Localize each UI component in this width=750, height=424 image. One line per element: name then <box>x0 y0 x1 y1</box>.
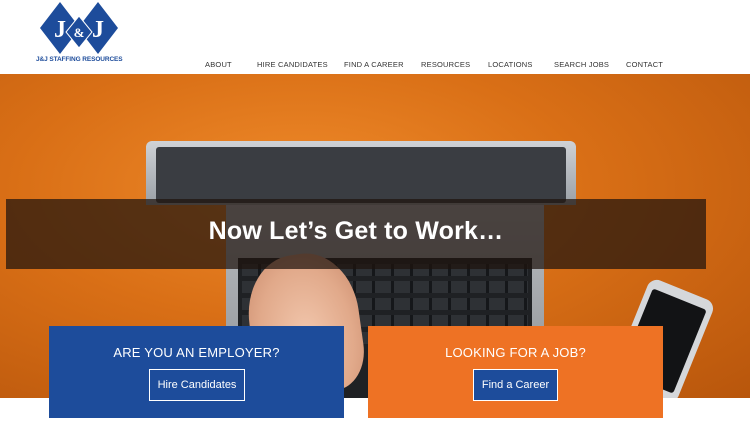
nav-item-hire-candidates[interactable]: HIRE CANDIDATES <box>257 60 328 69</box>
nav-item-contact[interactable]: CONTACT <box>626 60 663 69</box>
laptop-screen <box>156 147 566 203</box>
hero-headline: Now Let’s Get to Work… <box>208 217 504 245</box>
nav-item-resources[interactable]: RESOURCES <box>421 60 470 69</box>
site-header: J J & J&J STAFFING RESOURCES ABOUT HIRE … <box>0 0 750 74</box>
job-card-title: LOOKING FOR A JOB? <box>445 345 586 360</box>
nav-item-about[interactable]: ABOUT <box>205 60 232 69</box>
nav-item-search-jobs[interactable]: SEARCH JOBS <box>554 60 609 69</box>
job-card: LOOKING FOR A JOB? Find a Career <box>368 326 663 418</box>
hire-candidates-button[interactable]: Hire Candidates <box>149 369 245 401</box>
main-nav: ABOUT HIRE CANDIDATES FIND A CAREER RESO… <box>0 60 750 72</box>
svg-text:J: J <box>92 17 104 43</box>
find-a-career-button[interactable]: Find a Career <box>473 369 558 401</box>
svg-text:J: J <box>54 17 66 43</box>
employer-card: ARE YOU AN EMPLOYER? Hire Candidates <box>49 326 344 418</box>
svg-text:&: & <box>74 25 85 40</box>
employer-card-title: ARE YOU AN EMPLOYER? <box>113 345 280 360</box>
nav-item-find-a-career[interactable]: FIND A CAREER <box>344 60 404 69</box>
nav-item-locations[interactable]: LOCATIONS <box>488 60 533 69</box>
